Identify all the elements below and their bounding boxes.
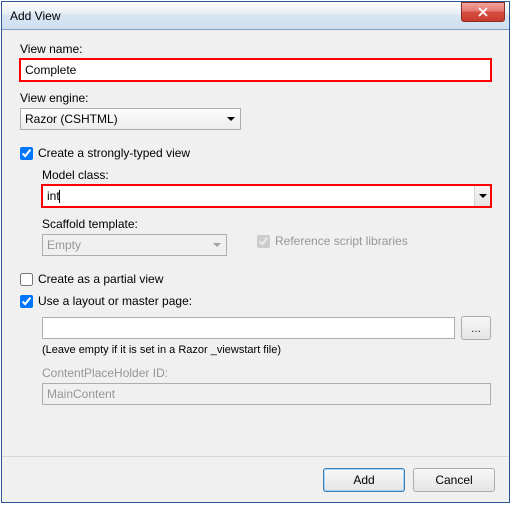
placeholder-label: ContentPlaceHolder ID: (42, 366, 491, 380)
strongly-typed-checkbox[interactable] (20, 147, 33, 160)
view-engine-row: View engine: Razor (CSHTML) (20, 91, 491, 130)
view-engine-combobox[interactable]: Razor (CSHTML) (20, 108, 241, 130)
strongly-typed-group: Model class: int Scaffold template: Empt… (42, 168, 491, 256)
use-layout-label: Use a layout or master page: (38, 294, 192, 308)
layout-hint: (Leave empty if it is set in a Razor _vi… (42, 344, 491, 356)
text-caret (59, 190, 60, 203)
use-layout-checkbox[interactable] (20, 295, 33, 308)
model-class-combo-wrap: int (42, 185, 491, 207)
close-button[interactable] (461, 2, 505, 22)
strongly-typed-row: Create a strongly-typed view (20, 146, 491, 160)
scaffold-row-wrap: Scaffold template: Empty Reference scrip… (42, 217, 491, 256)
placeholder-input: MainContent (42, 383, 491, 405)
model-class-input[interactable]: int (42, 185, 491, 207)
layout-group: ... (Leave empty if it is set in a Razor… (42, 316, 491, 405)
partial-label: Create as a partial view (38, 272, 163, 286)
layout-path-input[interactable] (42, 317, 455, 339)
ref-script-checkbox (257, 235, 270, 248)
placeholder-value: MainContent (47, 387, 115, 401)
scaffold-row: Empty Reference script libraries (42, 234, 491, 256)
cancel-button[interactable]: Cancel (413, 468, 495, 492)
scaffold-value: Empty (47, 238, 81, 252)
partial-checkbox[interactable] (20, 273, 33, 286)
view-engine-label: View engine: (20, 91, 491, 105)
view-name-label: View name: (20, 42, 491, 56)
window-title: Add View (10, 9, 60, 23)
view-engine-value: Razor (CSHTML) (25, 112, 118, 126)
model-class-label: Model class: (42, 168, 491, 182)
dialog-content: View name: Complete View engine: Razor (… (2, 30, 509, 456)
view-name-input[interactable]: Complete (20, 59, 491, 81)
partial-row: Create as a partial view (20, 272, 491, 286)
model-class-dropdown-button[interactable] (474, 186, 490, 206)
scaffold-combobox: Empty (42, 234, 227, 256)
titlebar: Add View (2, 2, 509, 30)
browse-button[interactable]: ... (461, 316, 491, 340)
scaffold-label: Scaffold template: (42, 217, 491, 231)
ref-script-row: Reference script libraries (257, 234, 408, 248)
view-name-value: Complete (25, 63, 76, 77)
button-bar: Add Cancel (2, 456, 509, 502)
view-name-row: View name: Complete (20, 42, 491, 81)
view-engine-combo-wrap: Razor (CSHTML) (20, 108, 241, 130)
use-layout-row: Use a layout or master page: (20, 294, 491, 308)
close-icon (478, 7, 488, 17)
browse-label: ... (471, 321, 481, 335)
dialog-window: Add View View name: Complete View engine… (1, 1, 510, 503)
layout-path-row: ... (42, 316, 491, 340)
model-class-row: Model class: int (42, 168, 491, 207)
chevron-down-icon (479, 194, 487, 199)
add-button[interactable]: Add (323, 468, 405, 492)
scaffold-combo-wrap: Empty (42, 234, 227, 256)
strongly-typed-label: Create a strongly-typed view (38, 146, 190, 160)
ref-script-label: Reference script libraries (275, 234, 408, 248)
